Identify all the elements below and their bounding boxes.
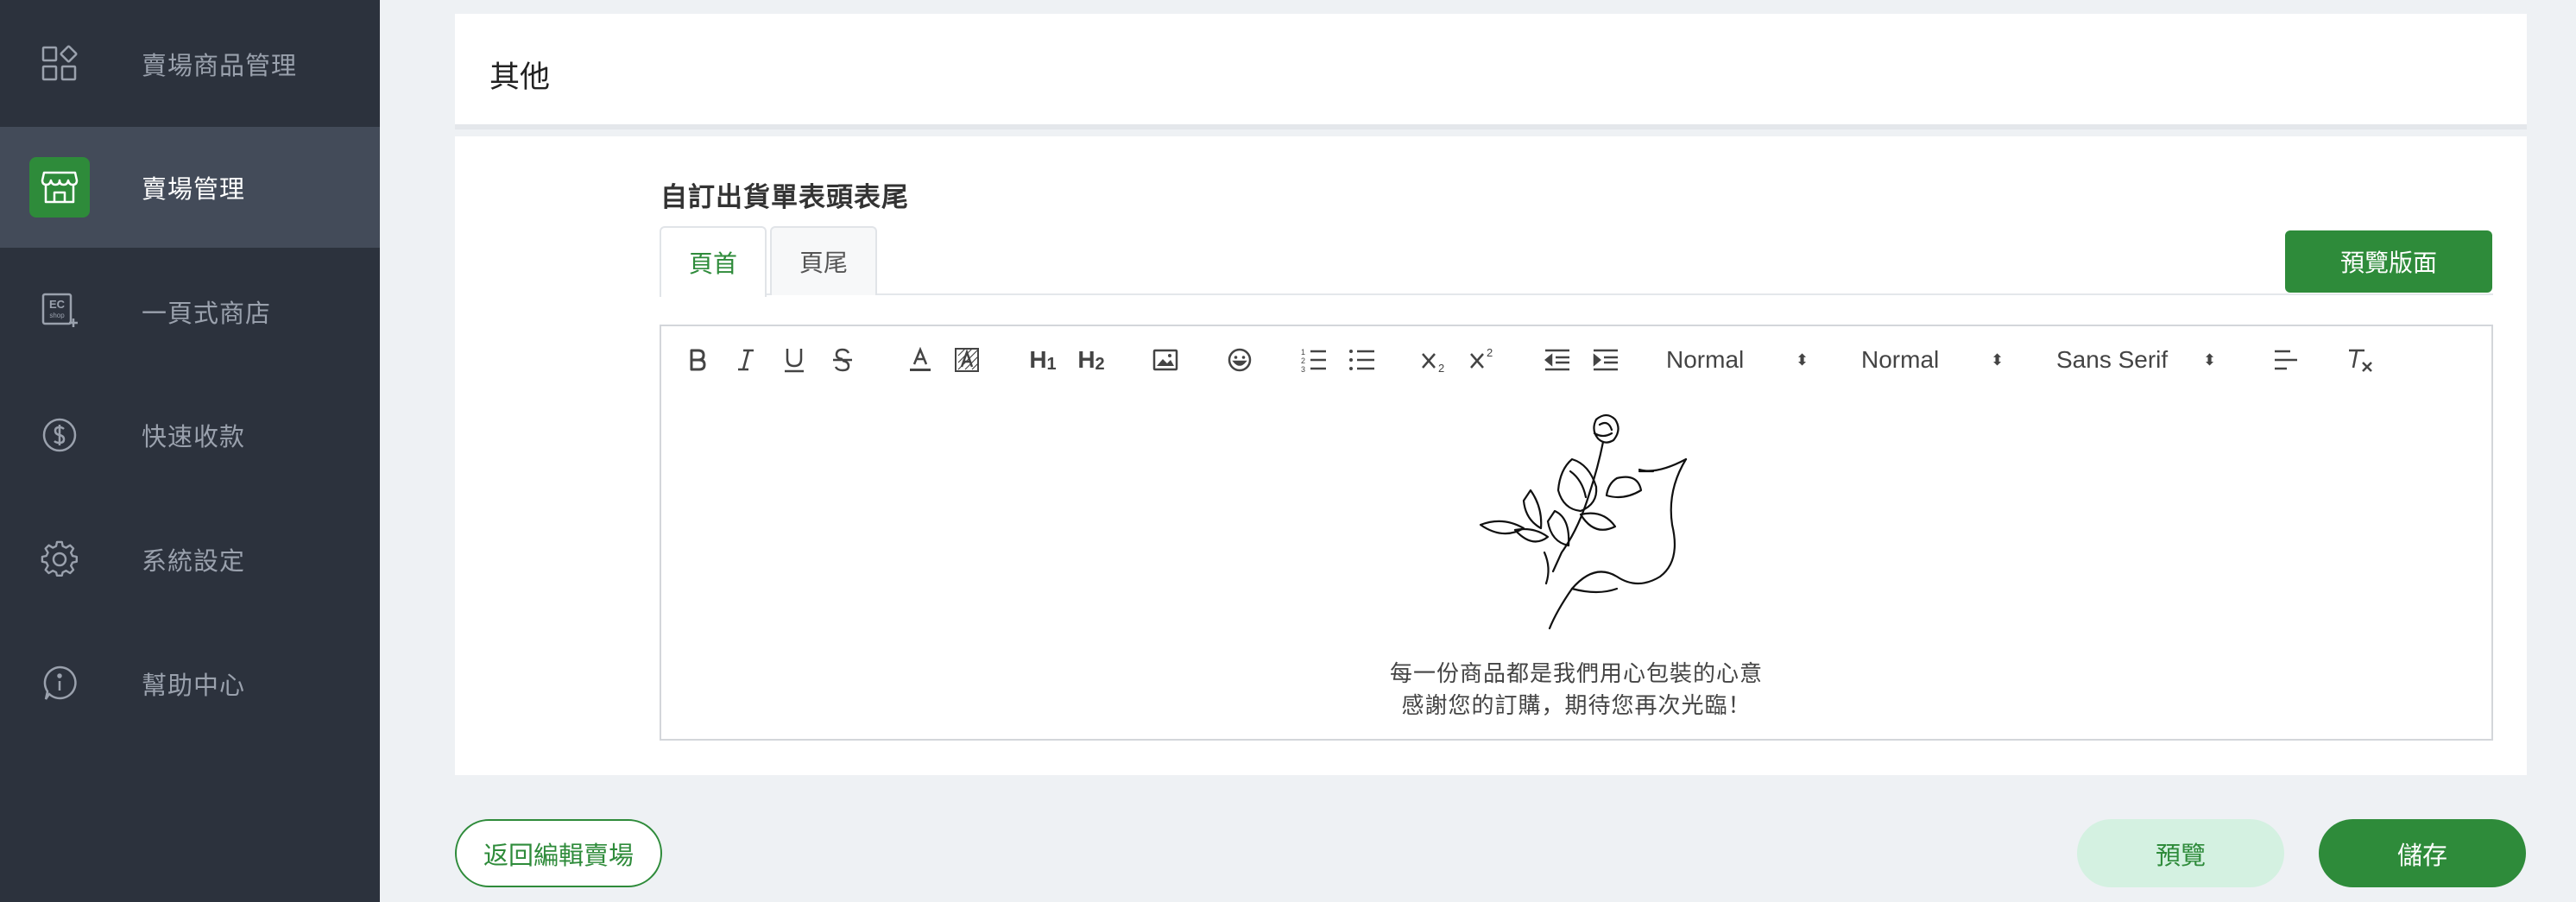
- svg-text:2: 2: [1487, 347, 1493, 359]
- other-section-header: 其他: [455, 14, 2527, 129]
- emoji-icon[interactable]: [1222, 326, 1257, 394]
- sidebar-item-store-management[interactable]: 賣場管理: [0, 127, 380, 248]
- sidebar-item-label: 幫助中心: [142, 672, 246, 700]
- section-heading: 其他: [489, 60, 551, 94]
- italic-button[interactable]: [730, 326, 761, 394]
- heading-1-button[interactable]: H1: [1024, 326, 1062, 394]
- font-color-button[interactable]: [905, 326, 936, 394]
- sidebar-item-help-center[interactable]: 幫助中心: [0, 623, 380, 744]
- svg-text:EC: EC: [49, 298, 66, 311]
- sidebar-item-label: 系統設定: [142, 548, 246, 576]
- section-title: 自訂出貨單表頭表尾: [660, 182, 909, 212]
- tab-header[interactable]: 頁首: [660, 226, 767, 297]
- sidebar-item-products[interactable]: 賣場商品管理: [0, 3, 380, 124]
- ec-shop-icon: EC shop: [29, 281, 90, 342]
- bold-button[interactable]: [682, 326, 713, 394]
- preview-layout-button[interactable]: 預覽版面: [2285, 230, 2492, 293]
- back-to-edit-store-button[interactable]: 返回編輯賣場: [455, 819, 662, 887]
- clear-format-button[interactable]: [2343, 326, 2377, 394]
- heading-2-button[interactable]: H2: [1072, 326, 1110, 394]
- background-color-button[interactable]: [951, 326, 982, 394]
- save-button[interactable]: 儲存: [2319, 819, 2526, 887]
- superscript-button[interactable]: 2: [1466, 326, 1500, 394]
- header-format-select[interactable]: Normal ⬍: [1666, 326, 1839, 394]
- sidebar-item-system-settings[interactable]: 系統設定: [0, 499, 380, 620]
- sidebar-item-label: 一頁式商店: [142, 300, 272, 328]
- strikethrough-button[interactable]: [827, 326, 858, 394]
- editor-toolbar: H1 H2 123 2 2 Normal ⬍ Normal ⬍ Sans Ser…: [660, 325, 2493, 395]
- bullet-list-button[interactable]: [1345, 326, 1380, 394]
- footer-text-line-2: 感謝您的訂購，期待您再次光臨！: [1401, 692, 1752, 718]
- info-bubble-icon: [29, 653, 90, 714]
- font-size-select[interactable]: Normal ⬍: [1861, 326, 2034, 394]
- custom-shipping-header-footer-card: 自訂出貨單表頭表尾 頁首 頁尾 預覽版面 H1 H2 1 2 3 2 2 Nor…: [455, 136, 2527, 775]
- sidebar-item-label: 賣場管理: [142, 176, 246, 204]
- indent-button[interactable]: [1588, 326, 1623, 394]
- sidebar: 賣場商品管理 賣場管理 EC shop 一頁式商店 快速收款 系統設定 幫助中心: [0, 0, 380, 902]
- svg-text:2: 2: [1438, 362, 1444, 373]
- sidebar-item-label: 快速收款: [142, 424, 246, 451]
- rich-text-editor[interactable]: 每一份商品都是我們用心包裝的心意 感謝您的訂購，期待您再次光臨！: [660, 394, 2493, 741]
- ordered-list-button[interactable]: 123: [1297, 326, 1331, 394]
- gear-icon: [29, 529, 90, 590]
- chevron-up-down-icon: ⬍: [1991, 351, 2005, 369]
- subscript-button[interactable]: 2: [1417, 326, 1452, 394]
- preview-button[interactable]: 預覽: [2077, 819, 2284, 887]
- dollar-circle-icon: [29, 405, 90, 465]
- sidebar-item-one-page-shop[interactable]: EC shop 一頁式商店: [0, 251, 380, 372]
- svg-text:shop: shop: [49, 312, 65, 319]
- svg-text:2: 2: [1301, 356, 1305, 365]
- svg-text:3: 3: [1301, 365, 1305, 373]
- outdent-button[interactable]: [1540, 326, 1575, 394]
- footer-text-line-1: 每一份商品都是我們用心包裝的心意: [1389, 660, 1763, 686]
- align-left-button[interactable]: [2269, 326, 2303, 394]
- chevron-up-down-icon: ⬍: [1796, 351, 1809, 369]
- font-family-select[interactable]: Sans Serif ⬍: [2056, 326, 2229, 394]
- grid-shapes-icon: [29, 34, 90, 94]
- flower-line-art-image: [1479, 413, 1688, 630]
- svg-text:1: 1: [1301, 348, 1305, 356]
- chevron-up-down-icon: ⬍: [2203, 351, 2217, 369]
- sidebar-item-quick-payment[interactable]: 快速收款: [0, 375, 380, 495]
- sidebar-item-label: 賣場商品管理: [142, 53, 298, 80]
- storefront-icon: [29, 157, 90, 218]
- tabs-divider: [660, 293, 2493, 295]
- underline-button[interactable]: [779, 326, 810, 394]
- tab-footer[interactable]: 頁尾: [770, 226, 877, 295]
- image-button[interactable]: [1148, 326, 1183, 394]
